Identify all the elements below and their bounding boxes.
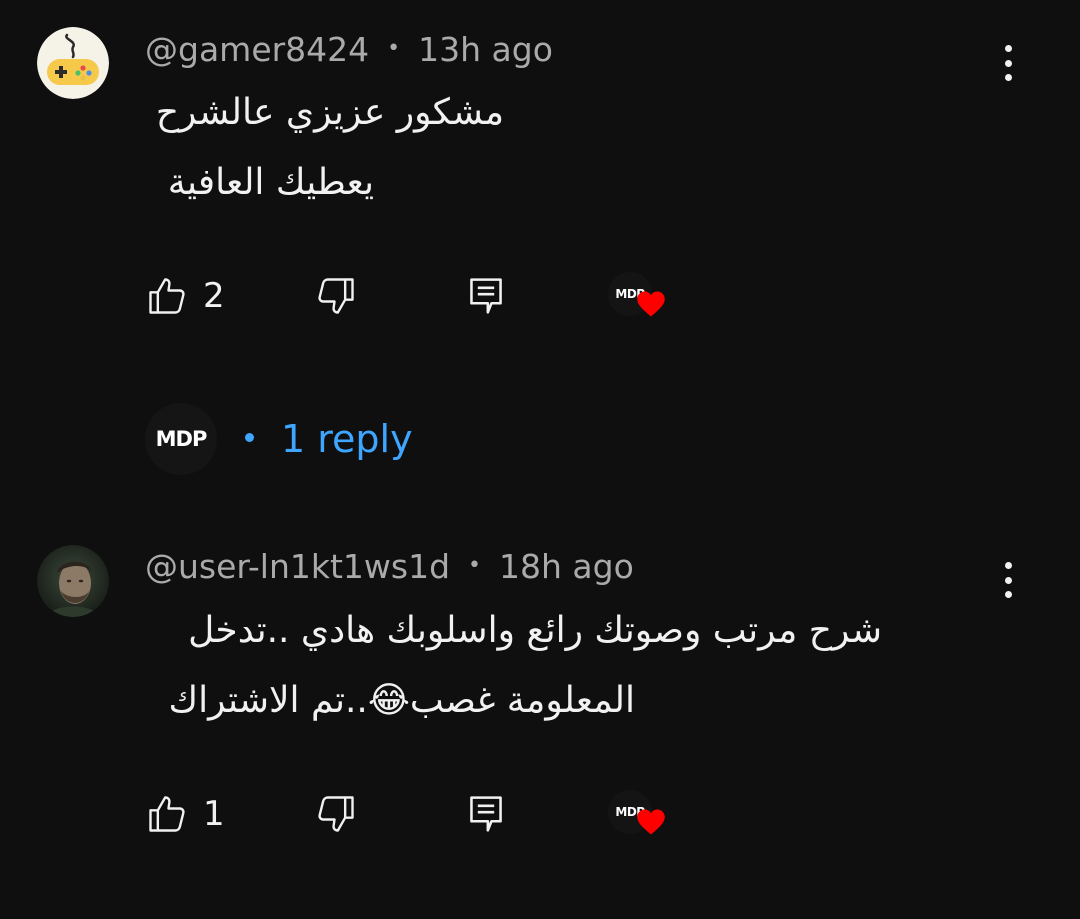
more-options-icon[interactable] [990, 558, 1026, 602]
thumbs-down-icon [318, 278, 354, 314]
view-replies-button[interactable]: MDP 1 reply [145, 403, 545, 475]
comment-time[interactable]: 13h ago [418, 30, 553, 69]
comment-text-line-1: مشكور عزيزي عالشرح [155, 92, 504, 133]
thumbs-down-icon [318, 796, 354, 832]
heart-icon [637, 291, 665, 317]
reply-avatar-logo: MDP [155, 427, 208, 451]
like-count: 1 [203, 794, 225, 834]
reply-comment-icon [470, 278, 502, 314]
comment-actions: 1 MDP [0, 784, 1080, 844]
thumbs-up-icon [149, 278, 185, 314]
comment-text-line-1: شرح مرتب وصوتك رائع واسلوبك هادي ..تدخل [188, 610, 882, 651]
reply-button[interactable] [466, 784, 506, 844]
comment-text-line-2: المعلومة غصب😂..تم الاشتراك [168, 680, 635, 721]
comment-time[interactable]: 18h ago [499, 547, 634, 586]
reply-comment-icon [470, 796, 502, 832]
more-options-icon[interactable] [990, 41, 1026, 85]
dislike-button[interactable] [314, 266, 358, 326]
creator-heart: MDP [608, 266, 668, 326]
thumbs-up-icon [149, 796, 185, 832]
comment-author[interactable]: @gamer8424 [145, 30, 369, 69]
like-button[interactable]: 2 [145, 266, 225, 326]
like-button[interactable]: 1 [145, 784, 225, 844]
reply-separator-dot [245, 433, 254, 442]
heart-icon [637, 809, 665, 835]
reply-button[interactable] [466, 266, 506, 326]
comment-author[interactable]: @user-ln1kt1ws1d [145, 547, 450, 586]
meta-separator: • [468, 552, 482, 578]
reply-author-avatar: MDP [145, 403, 217, 475]
gamepad-avatar-icon[interactable] [37, 27, 109, 99]
meta-separator: • [387, 35, 401, 61]
like-count: 2 [203, 276, 225, 316]
dislike-button[interactable] [314, 784, 358, 844]
comment-meta: @gamer8424 • 13h ago [145, 30, 553, 72]
comment-meta: @user-ln1kt1ws1d • 18h ago [145, 547, 634, 589]
creator-heart: MDP [608, 784, 668, 844]
man-portrait-avatar[interactable] [37, 545, 109, 617]
comment-actions: 2 MDP [0, 266, 1080, 326]
comments-page: @gamer8424 • 13h ago مشكور عزيزي عالشرح يع… [0, 0, 1080, 919]
comment-text-line-2: يعطيك العافية [167, 162, 374, 203]
reply-count-link[interactable]: 1 reply [281, 415, 413, 463]
